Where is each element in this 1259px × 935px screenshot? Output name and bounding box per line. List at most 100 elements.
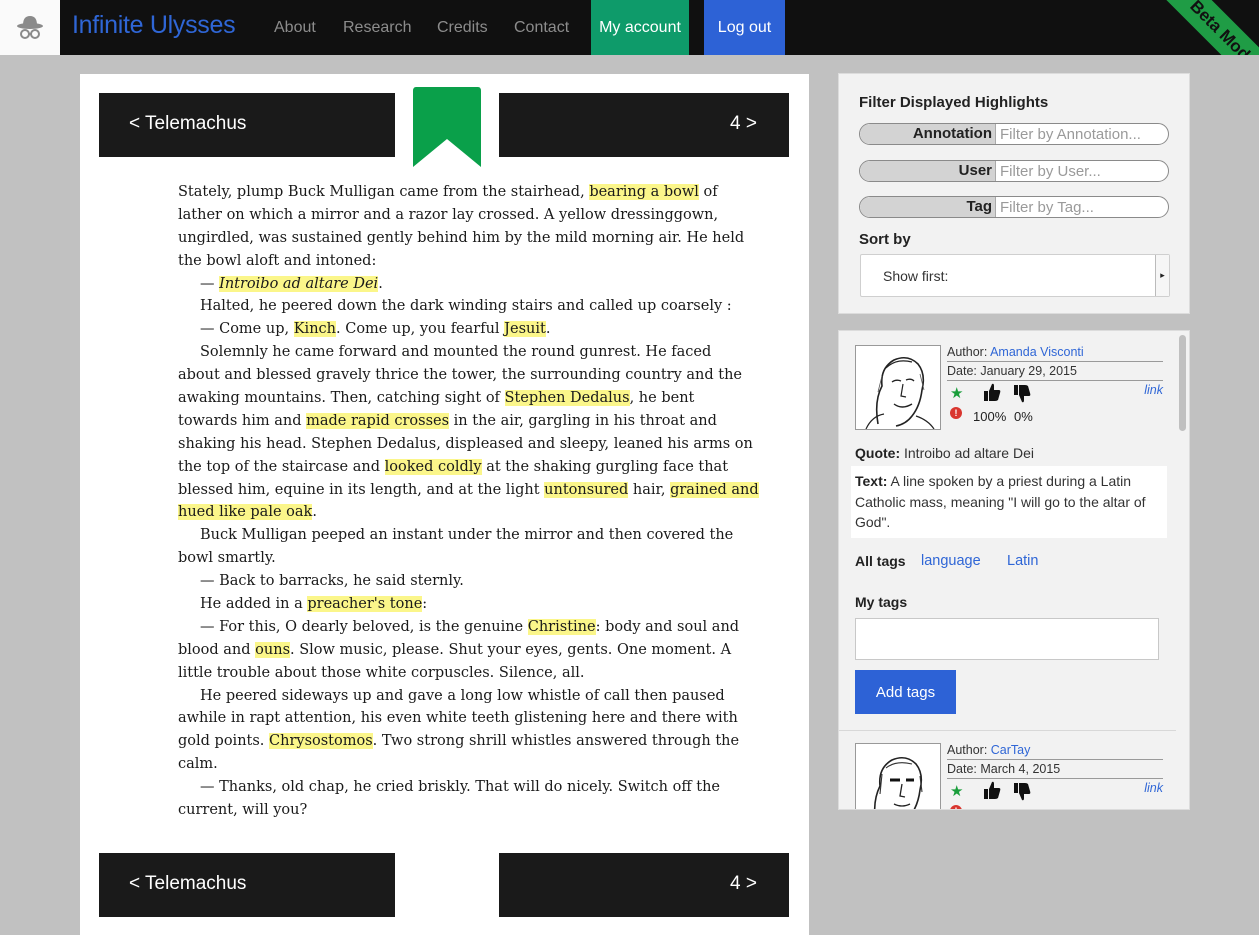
text-line: ungirdled, was sustained gently behind h…: [178, 227, 744, 250]
thumbs-down-icon[interactable]: [1013, 384, 1031, 404]
filter-panel: Filter Displayed Highlights Annotation U…: [838, 73, 1190, 314]
highlight[interactable]: looked coldly: [384, 458, 482, 475]
prev-chapter-link[interactable]: < Telemachus: [129, 113, 246, 135]
highlight[interactable]: Chrysostomos: [269, 733, 373, 750]
text-line: Solemnly he came forward and mounted the…: [178, 341, 718, 364]
thumbs-up-icon[interactable]: [983, 382, 1001, 402]
text-span: in the air, gargling in his throat and: [449, 412, 717, 429]
text-label: Text:: [855, 473, 888, 489]
annotation-filter-label: Annotation: [860, 124, 996, 144]
prev-chapter-link[interactable]: < Telemachus: [129, 873, 246, 895]
annotation-quote: Quote: Introibo ad altare Dei: [855, 445, 1034, 461]
scrollbar-thumb[interactable]: [1179, 335, 1186, 431]
star-icon[interactable]: ★: [950, 384, 963, 402]
my-tags-label: My tags: [855, 594, 908, 610]
chapter-nav-bottom: < Telemachus 4 >: [99, 853, 789, 917]
highlight[interactable]: untonsured: [544, 481, 629, 498]
text-span: about and blessed gravely thrice the tow…: [178, 367, 742, 384]
text-span: the top of the staircase and: [178, 458, 385, 475]
text-line: — For this, O dearly beloved, is the gen…: [178, 616, 739, 639]
nav-research[interactable]: Research: [343, 19, 411, 37]
annotation-filter-input[interactable]: [1000, 124, 1166, 144]
text-line: — Back to barracks, he said sternly.: [178, 570, 718, 593]
all-tags-label: All tags: [855, 553, 906, 569]
text-span: calm.: [178, 756, 218, 773]
user-filter-input[interactable]: [1000, 161, 1166, 181]
next-chapter-link[interactable]: 4 >: [730, 873, 757, 895]
dropdown-arrow-icon[interactable]: ▸: [1155, 255, 1169, 296]
author-line: Author: CarTay: [947, 741, 1163, 760]
highlight[interactable]: preacher's tone: [307, 596, 423, 613]
avatar: [855, 345, 941, 430]
text-span: awaking mountains. Then, catching sight …: [178, 390, 505, 407]
log-out-button[interactable]: Log out: [704, 0, 785, 55]
date-line: Date: March 4, 2015: [947, 760, 1163, 779]
text-line: He peered sideways up and gave a long lo…: [178, 685, 725, 708]
text-line: bowl smartly.: [178, 547, 718, 570]
text-span: little trouble about those white corpusc…: [178, 664, 585, 681]
nav-contact[interactable]: Contact: [514, 19, 569, 37]
filter-title: Filter Displayed Highlights: [859, 94, 1049, 111]
text-span: current, will you?: [178, 802, 308, 819]
author-link[interactable]: Amanda Visconti: [990, 345, 1084, 359]
annotations-scrollbar[interactable]: [1176, 331, 1189, 809]
highlight[interactable]: Jesuit: [504, 321, 546, 338]
author-label: Author:: [947, 345, 991, 359]
annotation-text: Text: A line spoken by a priest during a…: [851, 466, 1167, 538]
annotation-permalink[interactable]: link: [1144, 781, 1163, 795]
highlight[interactable]: ouns: [255, 641, 291, 658]
sort-by-select[interactable]: Show first: ▸: [860, 254, 1170, 297]
highlight[interactable]: hued like pale oak: [178, 504, 313, 521]
annotation-permalink[interactable]: link: [1144, 383, 1163, 397]
divider: [839, 730, 1177, 731]
author-link[interactable]: CarTay: [991, 743, 1031, 757]
user-filter-label: User: [860, 161, 996, 181]
flag-icon[interactable]: !: [950, 805, 962, 809]
beta-mode-banner: Beta Mode!: [1157, 0, 1259, 55]
text-line: awhile in rapt attention, his even white…: [178, 707, 738, 730]
quote-text: Introibo ad altare Dei: [900, 445, 1034, 461]
text-span: hair,: [628, 481, 671, 498]
annotations-panel: Author: Amanda Visconti Date: January 29…: [838, 330, 1190, 810]
text-line: awaking mountains. Then, catching sight …: [178, 387, 718, 410]
text-line: lather on which a mirror and a razor lay…: [178, 204, 718, 227]
flag-icon[interactable]: !: [950, 407, 962, 419]
tag-link[interactable]: language: [921, 553, 981, 569]
site-logo[interactable]: [0, 0, 60, 55]
chapter-nav-center: [395, 853, 499, 917]
text-line: hued like pale oak.: [178, 501, 718, 524]
text-span: awhile in rapt attention, his even white…: [178, 710, 738, 727]
thumbs-down-icon[interactable]: [1013, 782, 1031, 802]
nav-about[interactable]: About: [274, 19, 316, 37]
text-line: current, will you?: [178, 799, 718, 822]
tag-link[interactable]: Latin: [1007, 553, 1038, 569]
bookmark-icon[interactable]: [412, 87, 482, 169]
highlight[interactable]: Introibo ad altare Dei: [219, 275, 379, 292]
text-line: shaking his head. Stephen Dedalus, displ…: [178, 433, 753, 456]
nav-credits[interactable]: Credits: [437, 19, 488, 37]
my-account-button[interactable]: My account: [591, 0, 689, 55]
annotation-filter: Annotation: [859, 123, 1169, 145]
text-span: : body and soul and: [595, 618, 740, 635]
highlight[interactable]: bearing a bowl: [589, 184, 699, 200]
text-line: Stately, plump Buck Mulligan came from t…: [178, 181, 718, 204]
highlight[interactable]: Kinch: [293, 321, 336, 338]
add-tags-button[interactable]: Add tags: [855, 670, 956, 714]
brand-title[interactable]: Infinite Ulysses: [72, 11, 236, 40]
avatar: [855, 743, 941, 809]
next-chapter-link[interactable]: 4 >: [730, 113, 757, 135]
text-span: Solemnly he came forward and mounted the…: [200, 344, 712, 361]
text-span: shaking his head. Stephen Dedalus, displ…: [178, 435, 753, 452]
highlight[interactable]: Christine: [527, 618, 596, 635]
highlight[interactable]: Stephen Dedalus: [504, 390, 630, 407]
my-tags-input[interactable]: [855, 618, 1159, 660]
text-span: ungirdled, was sustained gently behind h…: [178, 229, 745, 246]
highlight[interactable]: made rapid crosses: [306, 412, 450, 429]
text-span: towards him and: [178, 412, 307, 429]
text-span: blessed him, equine in its length, and a…: [178, 481, 545, 498]
star-icon[interactable]: ★: [950, 782, 963, 800]
tag-filter-input[interactable]: [1000, 197, 1166, 217]
annotation-meta: Author: CarTay Date: March 4, 2015: [947, 741, 1163, 779]
thumbs-up-icon[interactable]: [983, 780, 1001, 800]
highlight[interactable]: grained and: [670, 481, 759, 498]
